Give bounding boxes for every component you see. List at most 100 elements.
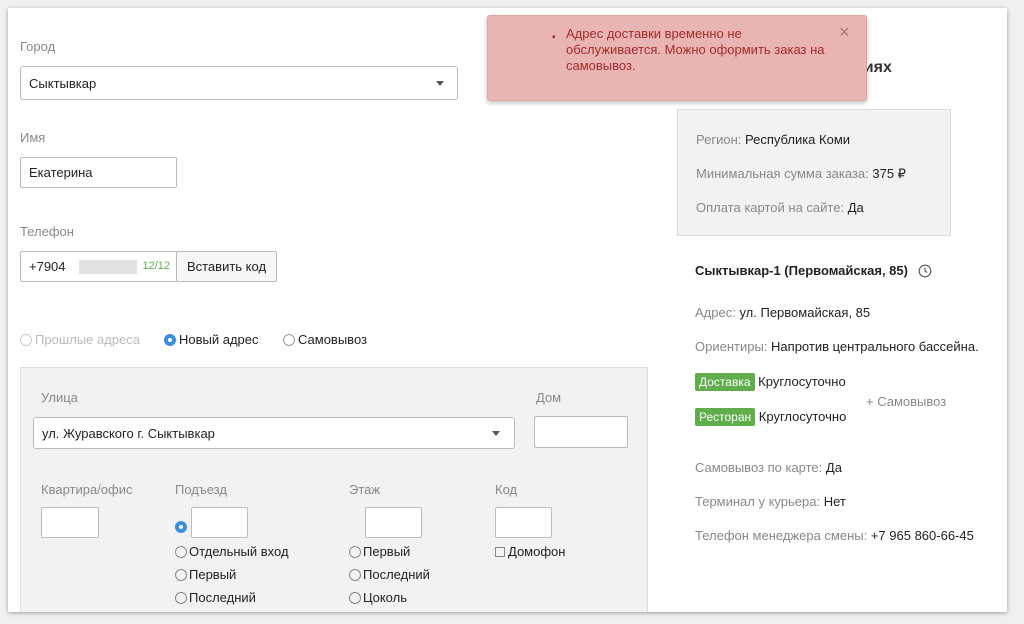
- floor-option-basement[interactable]: Цоколь: [349, 590, 407, 605]
- radio-checked-icon: [164, 334, 176, 346]
- card-pickup-value: Да: [825, 460, 842, 475]
- radio-new-address[interactable]: Новый адрес: [164, 332, 259, 347]
- entrance-input[interactable]: [191, 507, 248, 538]
- radio-icon: [349, 569, 361, 581]
- restaurant-badge: Ресторан: [695, 408, 756, 426]
- radio-icon: [349, 592, 361, 604]
- radio-icon: [175, 546, 187, 558]
- entrance-option-separate[interactable]: Отдельный вход: [175, 544, 289, 559]
- pickup-extra: + Самовывоз: [866, 394, 947, 409]
- apt-input[interactable]: [41, 507, 99, 538]
- floor-option-last[interactable]: Последний: [349, 567, 430, 582]
- courier-terminal-row: Терминал у курьера: Нет: [695, 494, 846, 509]
- store-address-value: ул. Первомайская, 85: [739, 305, 871, 320]
- intercom-label: Домофон: [508, 544, 566, 559]
- house-label: Дом: [536, 390, 562, 405]
- street-select[interactable]: ул. Журавского г. Сыктывкар: [33, 417, 515, 449]
- clock-icon[interactable]: [918, 264, 932, 281]
- card-pickup-row: Самовывоз по карте: Да: [695, 460, 842, 475]
- region-info-box: Регион: Республика Коми Минимальная сумм…: [677, 109, 951, 236]
- entrance-option-first[interactable]: Первый: [175, 567, 236, 582]
- radio-past-addresses[interactable]: Прошлые адреса: [20, 332, 140, 347]
- name-label: Имя: [20, 130, 46, 145]
- code-input[interactable]: [495, 507, 552, 538]
- chevron-down-icon: [436, 81, 444, 86]
- floor-option-first[interactable]: Первый: [349, 544, 410, 559]
- store-landmarks-value: Напротив центрального бассейна.: [771, 339, 979, 354]
- store-landmarks-row: Ориентиры: Напротив центрального бассейн…: [695, 339, 979, 354]
- intercom-checkbox[interactable]: Домофон: [495, 544, 565, 559]
- name-value: Екатерина: [29, 165, 93, 180]
- phone-counter: 12/12: [142, 260, 170, 272]
- radio-icon: [175, 569, 187, 581]
- code-label: Код: [495, 482, 518, 497]
- delivery-hours: Круглосуточно: [758, 374, 846, 389]
- manager-phone-row: Телефон менеджера смены: +7 965 860-66-4…: [695, 528, 974, 543]
- card-pay-value: Да: [847, 200, 864, 215]
- phone-label: Телефон: [20, 224, 74, 239]
- address-panel: Улица ул. Журавского г. Сыктывкар Дом Кв…: [20, 367, 648, 612]
- delivery-badge: Доставка: [695, 373, 755, 391]
- street-label: Улица: [41, 390, 78, 405]
- card-pay-row: Оплата картой на сайте: Да: [696, 200, 864, 215]
- card-pay-label: Оплата картой на сайте:: [696, 200, 845, 215]
- courier-terminal-label: Терминал у курьера:: [695, 494, 821, 509]
- min-order-row: Минимальная сумма заказа: 375 ₽: [696, 166, 906, 182]
- checkbox-icon: [495, 547, 505, 557]
- floor-option-label: Первый: [363, 544, 411, 559]
- card-pickup-label: Самовывоз по карте:: [695, 460, 823, 475]
- chevron-down-icon: [492, 431, 500, 436]
- entrance-label: Подъезд: [175, 482, 227, 497]
- bullet-icon: ▪: [552, 32, 556, 43]
- region-row: Регион: Республика Коми: [696, 132, 850, 147]
- courier-terminal-value: Нет: [823, 494, 846, 509]
- city-value: Сыктывкар: [29, 75, 97, 91]
- insert-code-button[interactable]: Вставить код: [176, 251, 277, 282]
- restaurant-hours-row: Ресторан Круглосуточно: [695, 408, 846, 426]
- city-label: Город: [20, 39, 56, 54]
- entrance-option-last[interactable]: Последний: [175, 590, 256, 605]
- house-input[interactable]: [534, 416, 628, 448]
- insert-code-label: Вставить код: [186, 259, 267, 274]
- radio-icon: [349, 546, 361, 558]
- store-name-row: Сыктывкар-1 (Первомайская, 85): [695, 263, 932, 281]
- store-landmarks-label: Ориентиры:: [695, 339, 768, 354]
- manager-phone-label: Телефон менеджера смены:: [695, 528, 868, 543]
- floor-option-label: Последний: [363, 567, 430, 582]
- entrance-option-label: Первый: [189, 567, 237, 582]
- min-order-label: Минимальная сумма заказа:: [696, 166, 869, 181]
- restaurant-hours: Круглосуточно: [758, 409, 847, 424]
- floor-option-label: Цоколь: [363, 590, 407, 605]
- phone-input[interactable]: +7904 12/12: [20, 251, 177, 282]
- delivery-hours-row: Доставка Круглосуточно: [695, 373, 846, 391]
- min-order-value: 375 ₽: [872, 166, 906, 181]
- store-address-label: Адрес:: [695, 305, 736, 320]
- entrance-option-label: Отдельный вход: [189, 544, 289, 559]
- name-input[interactable]: Екатерина: [20, 157, 177, 188]
- radio-pickup-label: Самовывоз: [298, 332, 367, 347]
- radio-past-label: Прошлые адреса: [35, 332, 141, 347]
- radio-icon: [283, 334, 295, 346]
- manager-phone-value: +7 965 860-66-45: [870, 528, 974, 543]
- close-icon[interactable]: ×: [839, 22, 850, 43]
- error-alert: ▪ Адрес доставки временно не обслуживает…: [487, 15, 867, 101]
- floor-input[interactable]: [365, 507, 422, 538]
- order-page: Город Сыктывкар Имя Екатерина Телефон +7…: [8, 8, 1007, 612]
- street-value: ул. Журавского г. Сыктывкар: [42, 425, 215, 441]
- apt-label: Квартира/офис: [41, 482, 133, 497]
- radio-new-label: Новый адрес: [179, 332, 259, 347]
- radio-icon: [175, 592, 187, 604]
- entrance-custom-radio[interactable]: [175, 521, 187, 533]
- radio-icon: [20, 334, 32, 346]
- city-select[interactable]: Сыктывкар: [20, 66, 458, 100]
- alert-message: Адрес доставки временно не обслуживается…: [566, 26, 825, 73]
- entrance-option-label: Последний: [189, 590, 256, 605]
- floor-label: Этаж: [349, 482, 381, 497]
- phone-value: +7904: [29, 259, 66, 274]
- region-value: Республика Коми: [744, 132, 851, 147]
- phone-redacted-mask: [79, 260, 137, 274]
- radio-pickup[interactable]: Самовывоз: [283, 332, 367, 347]
- store-name: Сыктывкар-1 (Первомайская, 85): [695, 263, 908, 278]
- region-label: Регион:: [696, 132, 742, 147]
- store-address-row: Адрес: ул. Первомайская, 85: [695, 305, 870, 320]
